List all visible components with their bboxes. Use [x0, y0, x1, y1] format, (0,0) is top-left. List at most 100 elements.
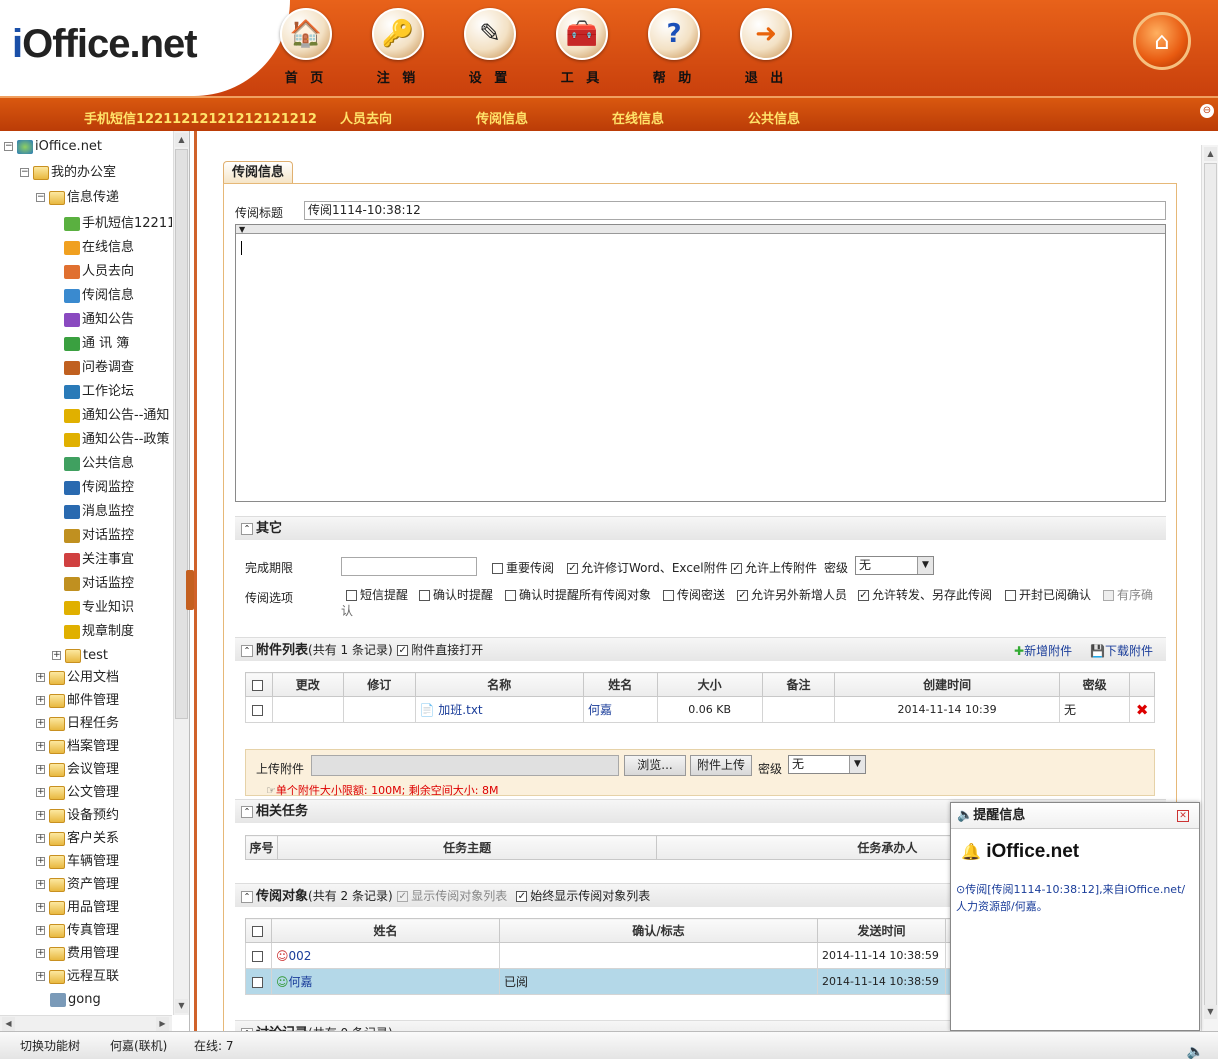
- tab-circulation[interactable]: 传阅信息: [223, 161, 294, 183]
- collapse-section-icon[interactable]: ⌃: [241, 644, 253, 657]
- row-checkbox[interactable]: [251, 704, 263, 716]
- scroll-left-icon[interactable]: ◀: [2, 1017, 15, 1031]
- tree-group[interactable]: + 档案管理: [36, 737, 119, 757]
- power-orb-icon[interactable]: ⌂: [1133, 12, 1191, 70]
- tree-item[interactable]: + test: [52, 646, 108, 666]
- section-other[interactable]: ⌃ 其它: [235, 516, 1166, 540]
- scroll-right-icon[interactable]: ▶: [156, 1017, 169, 1031]
- file-name-cell[interactable]: 📄 加班.txt: [414, 696, 585, 723]
- expand-toggle-icon[interactable]: +: [36, 742, 45, 751]
- column-header[interactable]: 发送时间: [817, 918, 946, 943]
- tree-item[interactable]: 公共信息: [64, 454, 134, 474]
- option-checkbox-item[interactable]: 允许转发、另存此传阅: [858, 586, 992, 603]
- volume-icon[interactable]: 🔈: [1187, 1038, 1204, 1059]
- column-header[interactable]: 修订: [343, 672, 416, 697]
- target-name-cell[interactable]: ☺002: [271, 942, 500, 969]
- nav-help-button[interactable]: ? 帮 助: [639, 8, 709, 86]
- expand-toggle-icon[interactable]: +: [36, 880, 45, 889]
- column-header[interactable]: 备注: [761, 672, 836, 697]
- nav-exit-button[interactable]: ➜ 退 出: [731, 8, 801, 86]
- option-checkbox-item[interactable]: 确认时提醒所有传阅对象: [505, 586, 651, 603]
- tree-root[interactable]: − iOffice.net: [4, 137, 102, 157]
- chevron-down-icon[interactable]: ▼: [917, 557, 933, 574]
- nav-logout-button[interactable]: 🔑 注 销: [363, 8, 433, 86]
- option-checkbox-item[interactable]: 开封已阅确认: [1005, 586, 1091, 603]
- tree-item[interactable]: 通知公告--通知: [64, 406, 169, 426]
- column-header[interactable]: 姓名: [583, 672, 658, 697]
- expand-toggle-icon[interactable]: +: [36, 949, 45, 958]
- tree-horizontal-scrollbar[interactable]: ◀ ▶: [0, 1015, 172, 1031]
- option-checkbox-item[interactable]: 短信提醒: [346, 586, 408, 603]
- delete-icon[interactable]: ✖: [1129, 696, 1155, 723]
- expand-toggle-icon[interactable]: +: [36, 811, 45, 820]
- row-checkbox[interactable]: [251, 950, 263, 962]
- quick-link-circulation[interactable]: 传阅信息: [476, 108, 528, 127]
- tree-item[interactable]: 通知公告--政策: [64, 430, 169, 450]
- direct-open-checkbox[interactable]: [397, 645, 409, 656]
- checkbox[interactable]: [346, 590, 357, 601]
- nav-home-button[interactable]: 🏠 首 页: [271, 8, 341, 86]
- tree-group[interactable]: + 设备预约: [36, 806, 119, 826]
- secret-level-select[interactable]: 无 ▼: [855, 556, 934, 575]
- checkbox[interactable]: [731, 563, 742, 574]
- scroll-down-icon[interactable]: ▼: [175, 999, 188, 1013]
- deadline-input[interactable]: [341, 557, 477, 576]
- tree-info-transfer[interactable]: − 信息传递: [36, 188, 119, 208]
- tree-group[interactable]: + 传真管理: [36, 921, 119, 941]
- collapse-toggle-icon[interactable]: −: [4, 142, 13, 151]
- expand-toggle-icon[interactable]: +: [36, 834, 45, 843]
- expand-toggle-icon[interactable]: +: [36, 765, 45, 774]
- panel-splitter-handle[interactable]: [186, 570, 194, 610]
- column-header[interactable]: 名称: [414, 672, 585, 697]
- column-header[interactable]: 大小: [656, 672, 763, 697]
- collapse-section-icon[interactable]: ⌃: [241, 522, 253, 535]
- tree-item[interactable]: 在线信息: [64, 238, 134, 258]
- quick-link-whereabouts[interactable]: 人员去向: [340, 108, 392, 127]
- option-checkbox-item[interactable]: 允许上传附件: [731, 559, 817, 576]
- expand-toggle-icon[interactable]: +: [36, 719, 45, 728]
- target-name-link[interactable]: 何嘉: [289, 975, 313, 989]
- option-checkbox-item[interactable]: 确认时提醒: [419, 586, 493, 603]
- add-attachment-link[interactable]: ✚新增附件: [1014, 642, 1072, 659]
- select-all-checkbox[interactable]: [251, 925, 263, 937]
- tree-group[interactable]: + 日程任务: [36, 714, 119, 734]
- row-checkbox[interactable]: [251, 976, 263, 988]
- scroll-up-icon[interactable]: ▲: [1204, 147, 1217, 161]
- checkbox[interactable]: [1005, 590, 1016, 601]
- checkbox[interactable]: [505, 590, 516, 601]
- tree-item[interactable]: 规章制度: [64, 622, 134, 642]
- quick-link-online[interactable]: 在线信息: [612, 108, 664, 127]
- expand-toggle-icon[interactable]: +: [36, 903, 45, 912]
- tree-item[interactable]: 问卷调查: [64, 358, 134, 378]
- checkbox[interactable]: [1103, 590, 1114, 601]
- tree-item[interactable]: 通 讯 簿: [64, 334, 129, 354]
- target-name-link[interactable]: 002: [289, 949, 312, 963]
- target-name-cell[interactable]: ☺何嘉: [271, 968, 500, 995]
- close-icon[interactable]: ✕: [1177, 810, 1189, 822]
- checkbox[interactable]: [737, 590, 748, 601]
- nav-settings-button[interactable]: ✎ 设 置: [455, 8, 525, 86]
- tree-my-office[interactable]: − 我的办公室: [20, 163, 116, 183]
- tree-item[interactable]: 对话监控: [64, 574, 134, 594]
- browse-button[interactable]: 浏览...: [624, 755, 686, 776]
- option-checkbox-item[interactable]: 有序确: [1103, 586, 1153, 603]
- tree-item[interactable]: 工作论坛: [64, 382, 134, 402]
- tree-item[interactable]: 传阅信息: [64, 286, 134, 306]
- column-header[interactable]: 更改: [271, 672, 345, 697]
- tree-item[interactable]: 关注事宜: [64, 550, 134, 570]
- tree-item[interactable]: 消息监控: [64, 502, 134, 522]
- chevron-down-icon[interactable]: ▼: [849, 756, 865, 773]
- column-header[interactable]: 密级: [1058, 672, 1131, 697]
- switch-tree-button[interactable]: 切换功能树: [20, 1032, 80, 1059]
- upload-secret-select[interactable]: 无 ▼: [788, 755, 866, 774]
- tree-group[interactable]: + 远程互联: [36, 967, 119, 987]
- expand-toggle-icon[interactable]: +: [52, 651, 61, 660]
- tree-group[interactable]: + 客户关系: [36, 829, 119, 849]
- checkbox[interactable]: [567, 563, 578, 574]
- quick-link-sms[interactable]: 手机短信12211212121212121212: [84, 108, 317, 127]
- tree-group[interactable]: + 资产管理: [36, 875, 119, 895]
- tree-item[interactable]: 专业知识: [64, 598, 134, 618]
- scroll-thumb[interactable]: [175, 149, 188, 719]
- title-input[interactable]: 传阅1114-10:38:12: [304, 201, 1166, 220]
- collapse-section-icon[interactable]: ⌃: [241, 890, 253, 903]
